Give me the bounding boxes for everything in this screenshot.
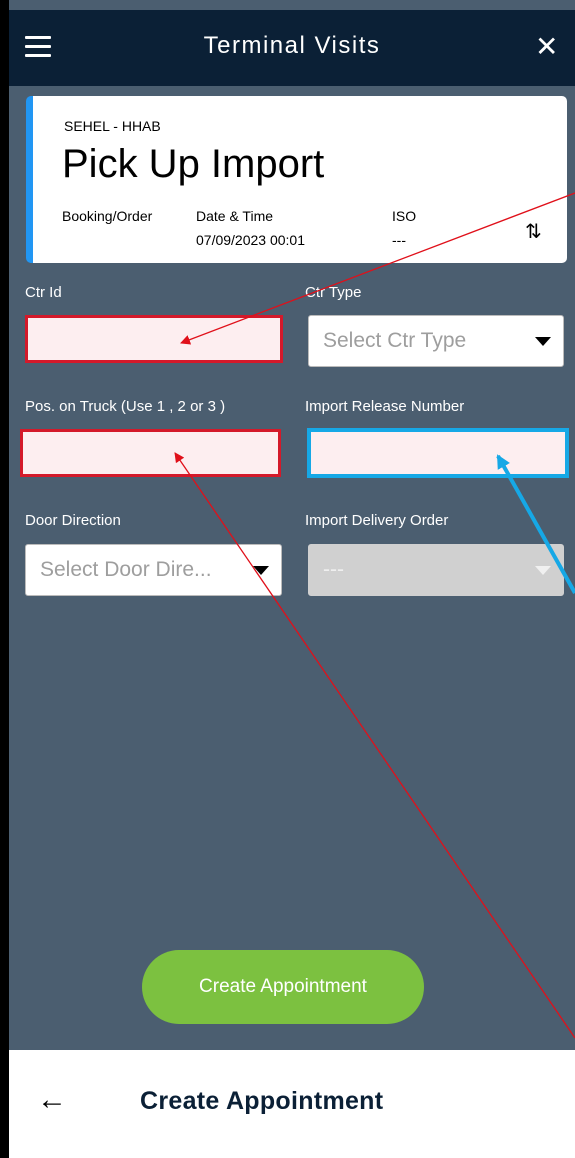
datetime-value: 07/09/2023 00:01 — [196, 232, 305, 248]
import-delivery-order-select: --- — [308, 544, 564, 596]
app-frame: Terminal Visits ✕ SEHEL - HHAB Pick Up I… — [9, 0, 575, 1158]
bottom-bar: ← Create Appointment — [9, 1050, 575, 1158]
chevron-down-icon — [253, 566, 269, 575]
pos-on-truck-label: Pos. on Truck (Use 1 , 2 or 3 ) — [25, 398, 226, 415]
import-delivery-order-label: Import Delivery Order — [305, 512, 449, 529]
visit-type: Pick Up Import — [62, 142, 325, 186]
door-direction-placeholder: Select Door Dire... — [40, 558, 212, 581]
visit-card: SEHEL - HHAB Pick Up Import Booking/Orde… — [26, 96, 567, 263]
import-release-number-label: Import Release Number — [305, 398, 465, 415]
iso-label: ISO — [392, 208, 417, 224]
ctr-id-label: Ctr Id — [25, 284, 62, 301]
close-icon[interactable]: ✕ — [535, 30, 558, 63]
ctr-type-label: Ctr Type — [305, 284, 362, 301]
page-title: Terminal Visits — [203, 32, 381, 59]
terminal-code: SEHEL - HHAB — [64, 118, 161, 134]
ctr-type-placeholder: Select Ctr Type — [323, 329, 467, 352]
chevron-down-icon — [535, 566, 551, 575]
create-appointment-button[interactable]: Create Appointment — [142, 950, 424, 1024]
door-direction-select[interactable]: Select Door Dire... — [25, 544, 282, 596]
import-release-number-input[interactable] — [307, 428, 569, 478]
ctr-type-select[interactable]: Select Ctr Type — [308, 315, 564, 367]
datetime-label: Date & Time — [196, 208, 274, 224]
door-direction-label: Door Direction — [25, 512, 121, 529]
swap-vertical-icon[interactable]: ⇅ — [525, 219, 542, 244]
import-delivery-order-placeholder: --- — [323, 558, 344, 581]
ctr-id-input[interactable] — [25, 315, 283, 363]
chevron-down-icon — [535, 337, 551, 346]
bottom-bar-title: Create Appointment — [140, 1087, 384, 1115]
app-header: Terminal Visits ✕ — [9, 10, 575, 86]
iso-value: --- — [392, 232, 406, 248]
back-arrow-icon[interactable]: ← — [37, 1083, 67, 1117]
pos-on-truck-input[interactable] — [20, 429, 281, 477]
booking-label: Booking/Order — [62, 208, 153, 224]
